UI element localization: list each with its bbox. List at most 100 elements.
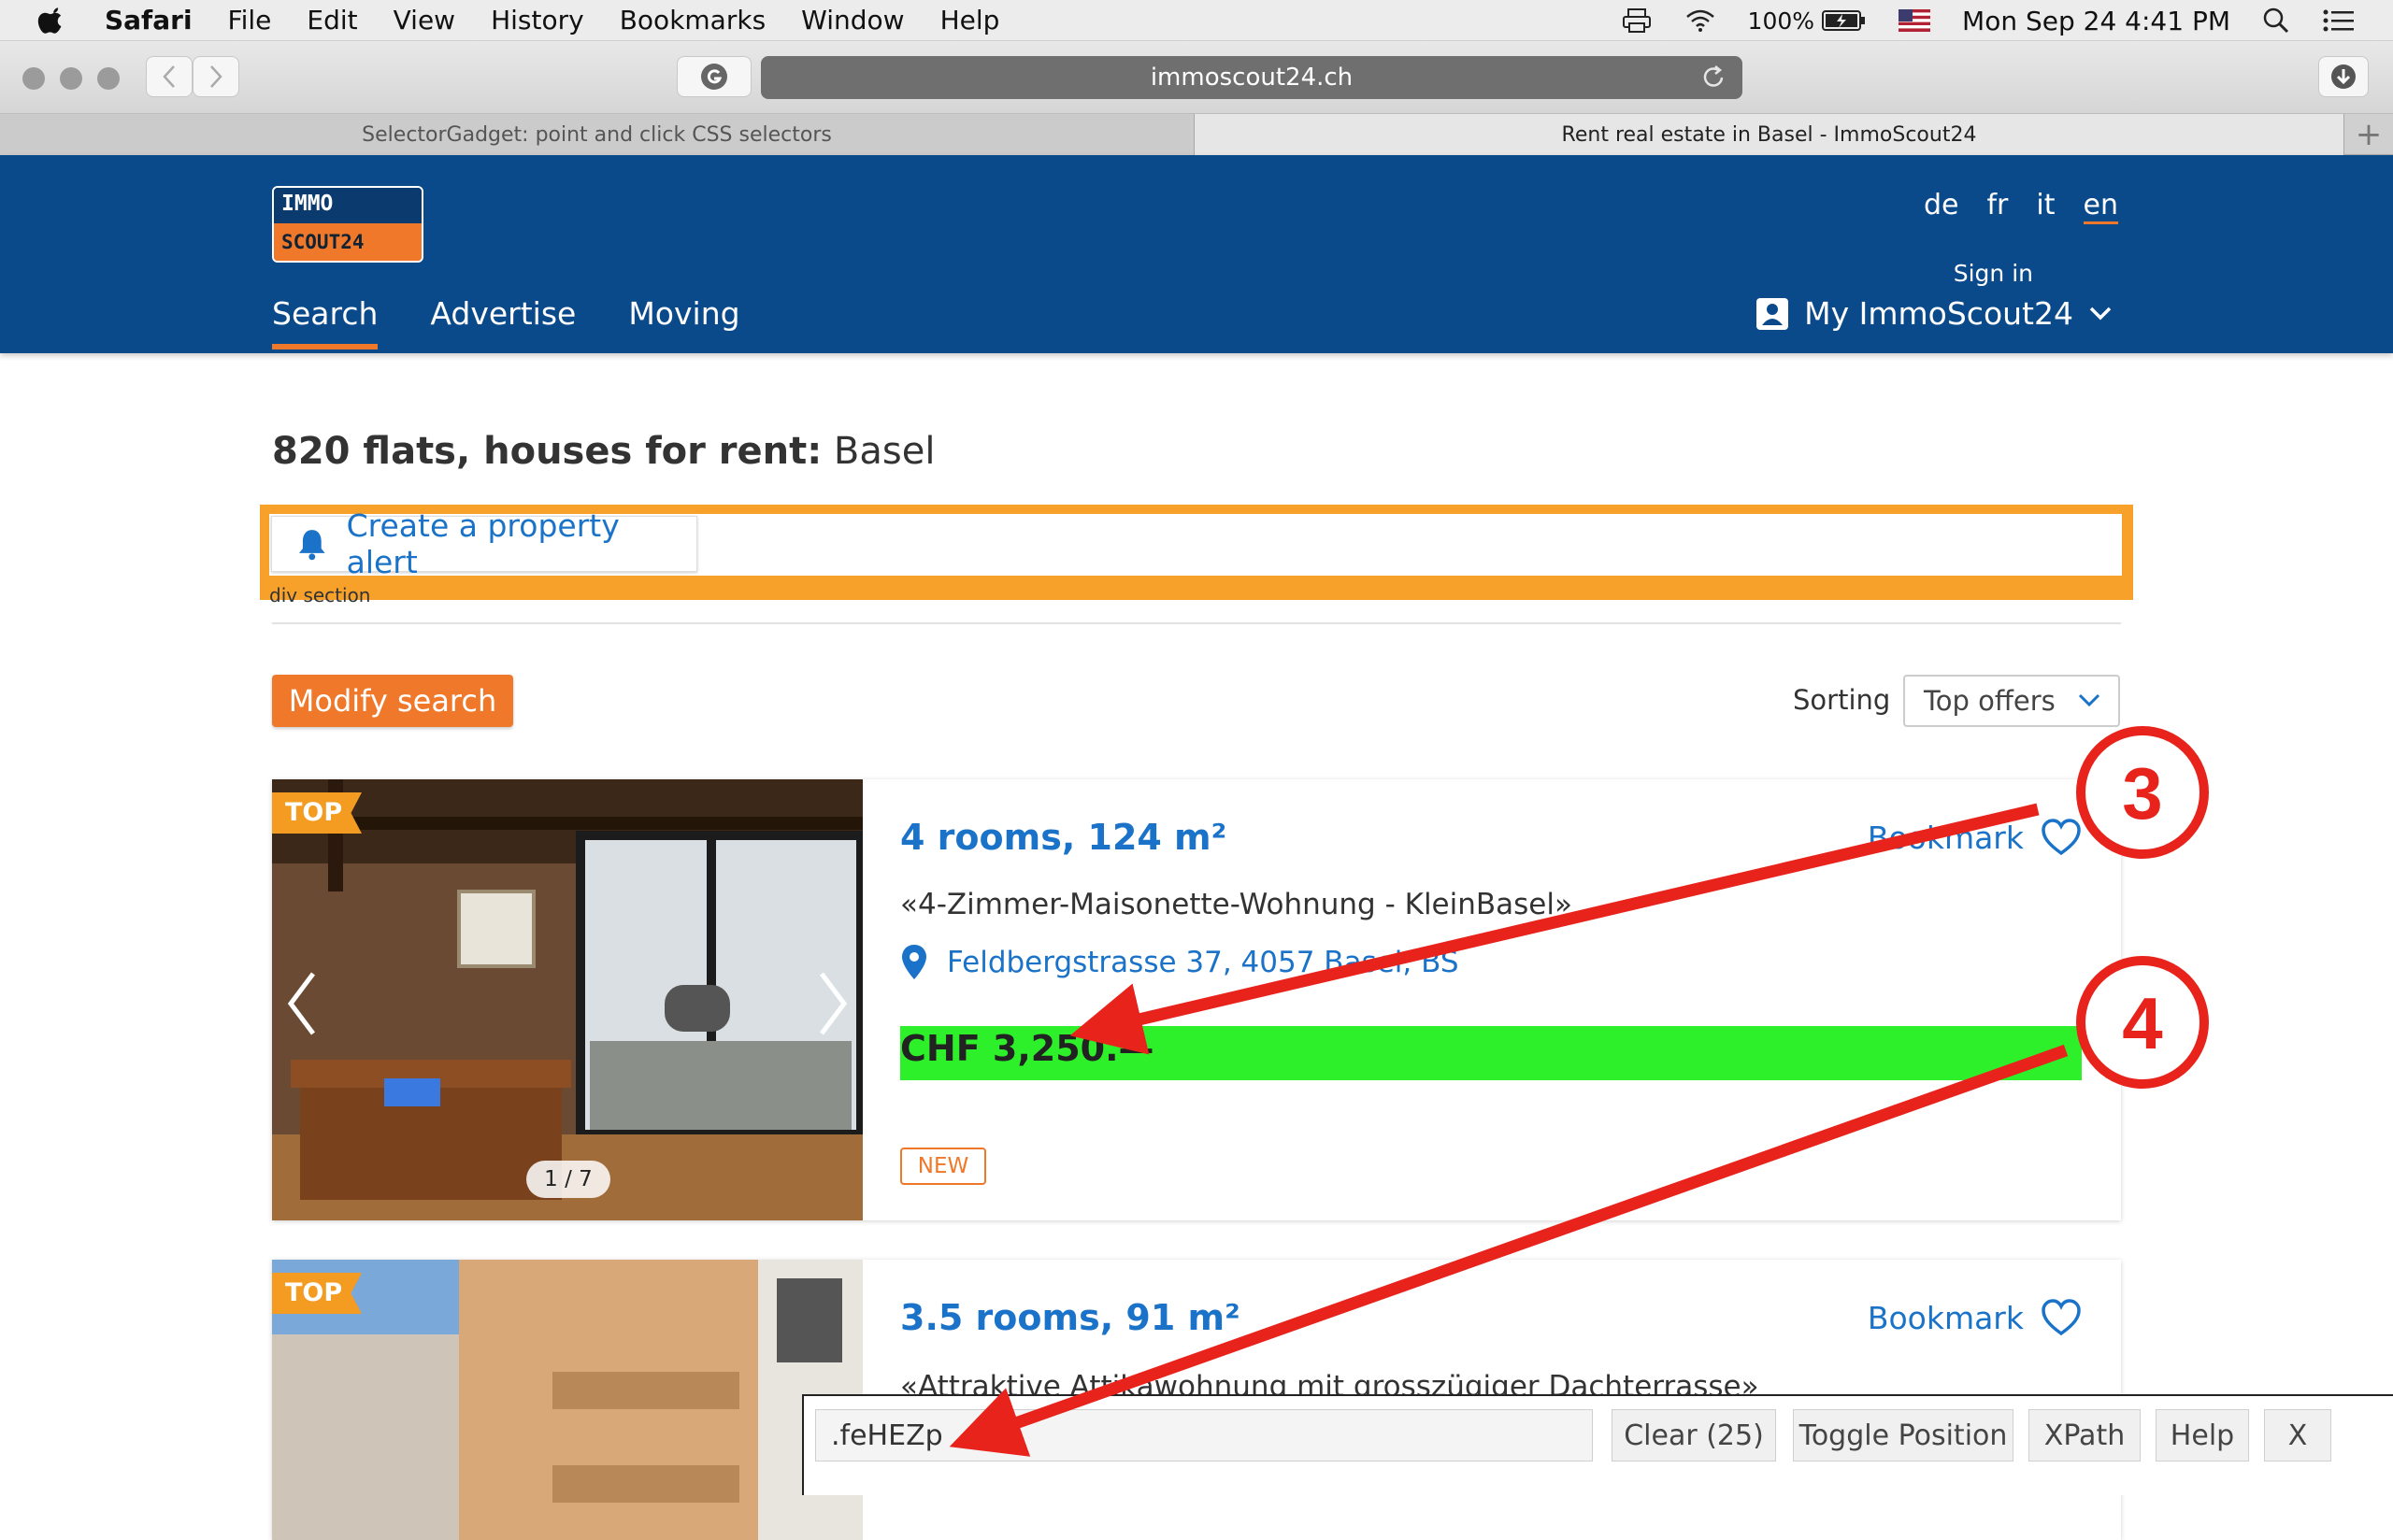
- heart-icon: [2042, 1299, 2081, 1336]
- tab-bar: SelectorGadget: point and click CSS sele…: [0, 114, 2393, 155]
- menu-history[interactable]: History: [491, 5, 584, 36]
- menu-app-name[interactable]: Safari: [105, 5, 193, 36]
- menu-bookmarks[interactable]: Bookmarks: [620, 5, 766, 36]
- selector-value: .feHEZp: [831, 1419, 943, 1452]
- listing-photo[interactable]: TOP: [272, 1260, 863, 1540]
- account-menu[interactable]: My ImmoScout24: [1755, 295, 2113, 332]
- bookmark-label: Bookmark: [1867, 819, 2024, 856]
- create-alert-label: Create a property alert: [346, 507, 620, 580]
- reload-icon[interactable]: [1699, 64, 1727, 92]
- battery-percent: 100%: [1747, 7, 1815, 35]
- nav-moving[interactable]: Moving: [628, 295, 739, 332]
- window-minimize-button[interactable]: [60, 67, 82, 90]
- tab-label: SelectorGadget: point and click CSS sele…: [362, 122, 832, 147]
- menubar-status-area: 100% Mon Sep 24 4:41 PM: [1621, 0, 2356, 41]
- account-label: My ImmoScout24: [1804, 295, 2073, 332]
- modify-search-button[interactable]: Modify search: [272, 675, 513, 727]
- battery-status[interactable]: 100%: [1748, 7, 1867, 35]
- new-tab-button[interactable]: +: [2344, 114, 2393, 155]
- notification-center-icon[interactable]: [2322, 7, 2356, 34]
- results-heading: 820 flats, houses for rent: Basel: [272, 430, 935, 473]
- window-zoom-button[interactable]: [97, 67, 120, 90]
- language-switcher: de fr it en: [1924, 189, 2118, 224]
- bookmark-label: Bookmark: [1867, 1299, 2024, 1336]
- chevron-left-icon: [163, 65, 175, 88]
- help-button[interactable]: Help: [2156, 1409, 2249, 1462]
- listing-title[interactable]: 3.5 rooms, 91 m²: [900, 1297, 1240, 1338]
- bookmark-button[interactable]: Bookmark: [1868, 1299, 2082, 1336]
- nav-search[interactable]: Search: [272, 295, 379, 349]
- new-badge: NEW: [900, 1148, 986, 1185]
- results-count: 820 flats, houses for rent:: [272, 430, 823, 473]
- section-divider: [272, 622, 2121, 624]
- lang-fr[interactable]: fr: [1987, 189, 2009, 224]
- results-location: Basel: [833, 430, 936, 473]
- logo-bottom: SCOUT24: [274, 223, 422, 261]
- browser-toolbar: immoscout24.ch: [0, 41, 2393, 114]
- listing-address-text: Feldbergstrasse 37, 4057 Basel, BS: [947, 946, 1459, 979]
- main-nav: Search Advertise Moving: [272, 295, 740, 349]
- nav-advertise[interactable]: Advertise: [430, 295, 576, 332]
- listing-price: CHF 3,250.—: [900, 1028, 1154, 1069]
- photo-prev-icon[interactable]: [283, 966, 321, 1041]
- extension-button[interactable]: [677, 56, 752, 97]
- selector-highlight-section: Create a property alert: [260, 505, 2133, 600]
- xpath-button[interactable]: XPath: [2028, 1409, 2141, 1462]
- wifi-icon[interactable]: [1684, 7, 1716, 34]
- downloads-button[interactable]: [2318, 56, 2369, 97]
- menu-window[interactable]: Window: [801, 5, 904, 36]
- selector-highlight-label: div section: [269, 584, 371, 606]
- menu-file[interactable]: File: [228, 5, 272, 36]
- lang-it[interactable]: it: [2036, 189, 2055, 224]
- chevron-right-icon: [210, 65, 222, 88]
- sorting-select[interactable]: Top offers: [1903, 675, 2120, 727]
- address-bar[interactable]: immoscout24.ch: [761, 56, 1742, 99]
- annotation-number: 4: [2122, 982, 2162, 1064]
- listing-card[interactable]: TOP 1 / 7 4 rooms, 124 m² «4-Zimmer-Mais…: [272, 779, 2121, 1220]
- macos-menu-bar: Safari File Edit View History Bookmarks …: [0, 0, 2393, 41]
- spotlight-search-icon[interactable]: [2262, 7, 2290, 35]
- printer-icon[interactable]: [1621, 7, 1653, 34]
- chevron-down-icon: [2089, 307, 2112, 320]
- lang-de[interactable]: de: [1924, 189, 1959, 224]
- immoscout-logo[interactable]: IMMO SCOUT24: [272, 186, 423, 263]
- lang-en[interactable]: en: [2083, 189, 2118, 224]
- listing-subtitle: «4-Zimmer-Maisonette-Wohnung - KleinBase…: [900, 888, 1572, 921]
- annotation-number: 3: [2122, 752, 2162, 834]
- location-pin-icon: [902, 945, 926, 979]
- alert-section: Create a property alert: [269, 507, 2122, 580]
- back-button[interactable]: [146, 56, 193, 97]
- tab-immoscout[interactable]: Rent real estate in Basel - ImmoScout24: [1195, 114, 2344, 155]
- apple-logo-icon[interactable]: [37, 6, 67, 36]
- top-badge: TOP: [272, 1273, 362, 1314]
- menu-view[interactable]: View: [394, 5, 455, 36]
- listing-photo[interactable]: TOP 1 / 7: [272, 779, 863, 1220]
- battery-icon: [1822, 10, 1866, 31]
- sorting-label: Sorting: [1793, 684, 1891, 716]
- clear-button[interactable]: Clear (25): [1612, 1409, 1776, 1462]
- chevron-down-icon: [2078, 693, 2100, 707]
- room-photo-illustration: [272, 779, 863, 1220]
- forward-button[interactable]: [193, 56, 239, 97]
- menu-edit[interactable]: Edit: [307, 5, 357, 36]
- logo-top: IMMO: [274, 188, 422, 223]
- heart-icon: [2042, 819, 2081, 856]
- sign-in-label[interactable]: Sign in: [1954, 260, 2033, 287]
- menu-help[interactable]: Help: [940, 5, 1000, 36]
- listing-address[interactable]: Feldbergstrasse 37, 4057 Basel, BS: [900, 944, 1459, 981]
- window-close-button[interactable]: [22, 67, 45, 90]
- listing-title[interactable]: 4 rooms, 124 m²: [900, 817, 1226, 858]
- photo-next-icon[interactable]: [814, 966, 852, 1041]
- selector-input[interactable]: .feHEZp: [815, 1409, 1593, 1462]
- toggle-position-button[interactable]: Toggle Position: [1793, 1409, 2013, 1462]
- us-flag-icon[interactable]: [1899, 9, 1931, 32]
- sorting-value: Top offers: [1924, 685, 2056, 717]
- selectorgadget-panel: .feHEZp Clear (25) Toggle Position XPath…: [802, 1394, 2393, 1495]
- close-selectorgadget-button[interactable]: X: [2264, 1409, 2331, 1462]
- create-alert-button[interactable]: Create a property alert: [271, 507, 697, 580]
- grammarly-icon: [701, 64, 727, 90]
- bookmark-button[interactable]: Bookmark: [1868, 819, 2082, 856]
- tab-selectorgadget[interactable]: SelectorGadget: point and click CSS sele…: [0, 114, 1195, 155]
- menubar-clock[interactable]: Mon Sep 24 4:41 PM: [1962, 6, 2230, 36]
- site-header: IMMO SCOUT24 Search Advertise Moving de …: [0, 155, 2393, 353]
